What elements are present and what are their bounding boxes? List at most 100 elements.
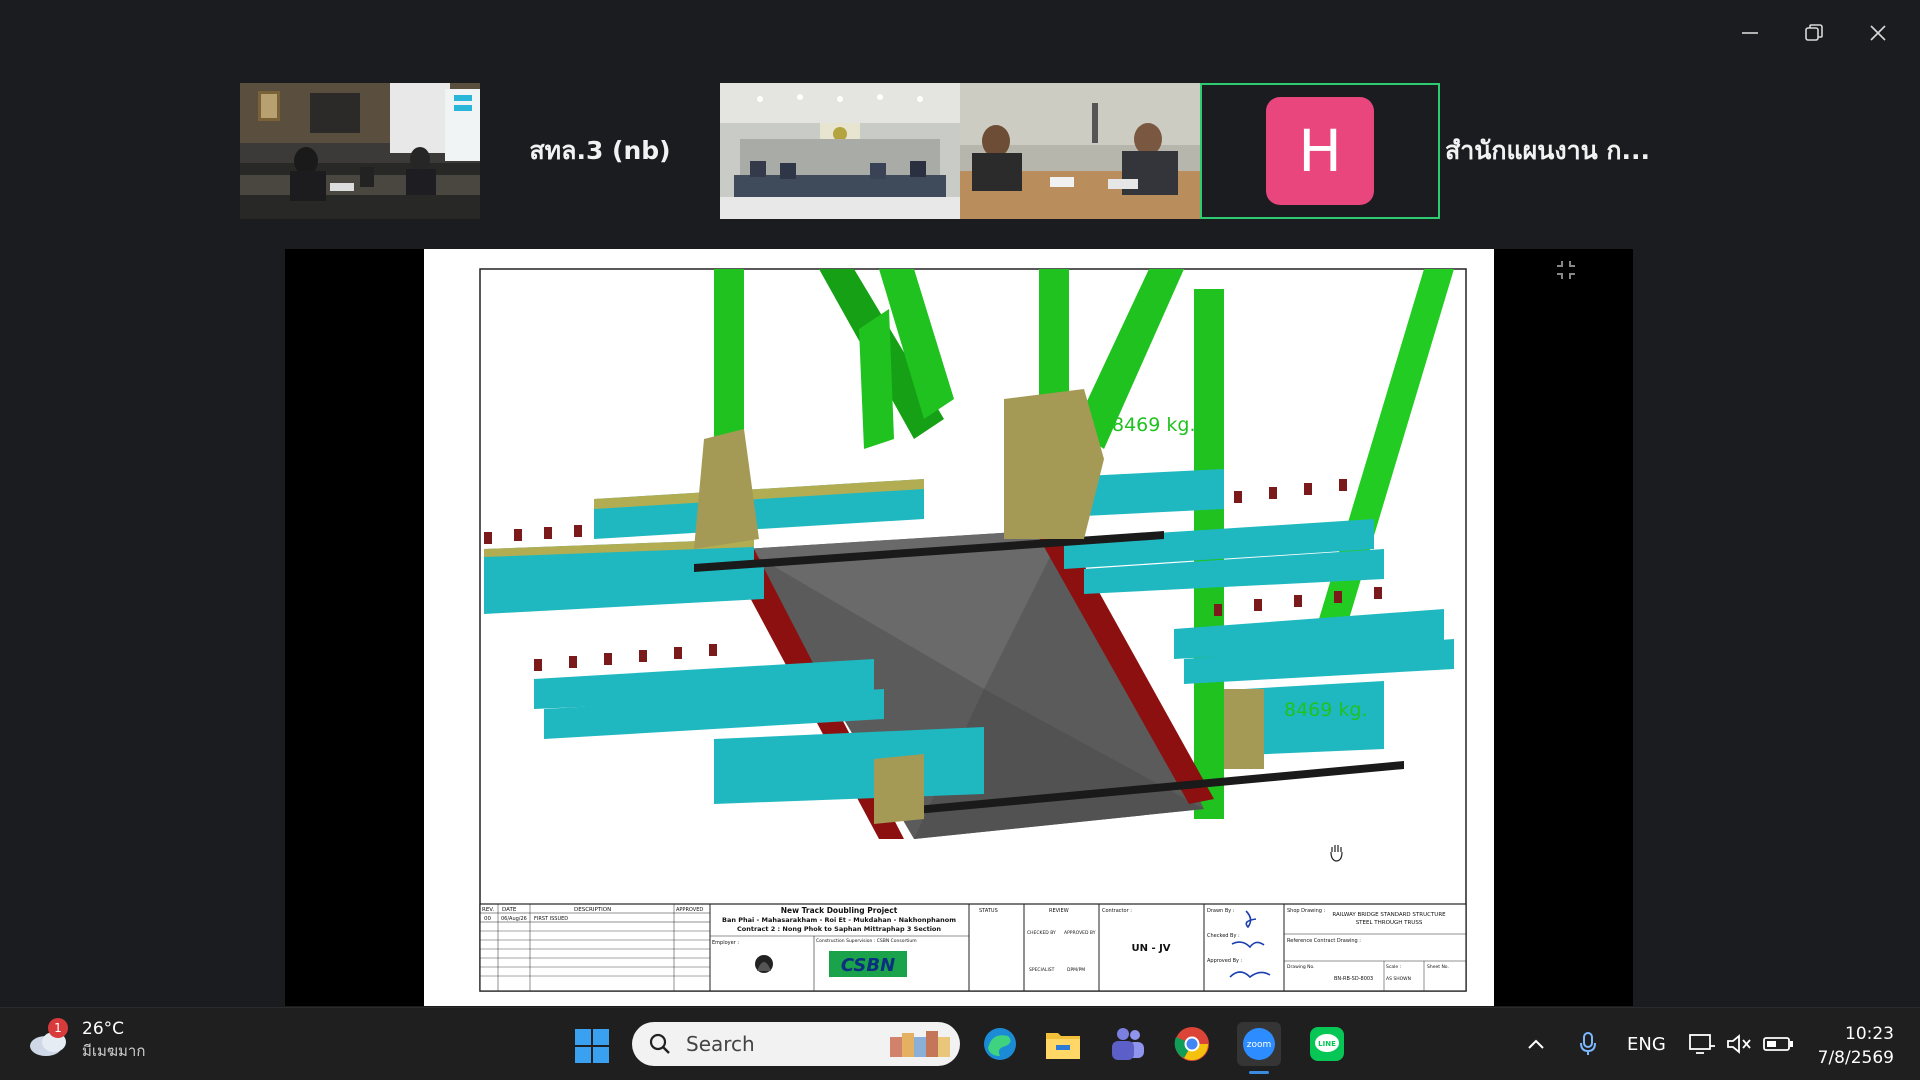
tray-overflow-button[interactable]	[1526, 1008, 1546, 1080]
close-button[interactable]	[1850, 14, 1906, 52]
dpm-label: DPM/PM	[1067, 967, 1085, 973]
weather-badge: 1	[48, 1018, 68, 1038]
weather-condition: มีเมฆมาก	[82, 1042, 146, 1060]
contractor-value: UN - JV	[1131, 943, 1170, 954]
rev-value: 00	[484, 916, 491, 922]
folder-icon	[1046, 1033, 1080, 1059]
title-block: REV. DATE DESCRIPTION APPROVED 00 06/Aug…	[479, 903, 1467, 992]
checked-label: Checked By :	[1207, 933, 1240, 939]
weather-widget[interactable]: 1 26°C มีเมฆมาก	[26, 1018, 145, 1062]
search-placeholder: Search	[686, 1032, 755, 1056]
taskbar-search[interactable]: Search	[632, 1022, 960, 1066]
participant-avatar: H	[1266, 97, 1374, 205]
status-header: STATUS	[979, 908, 998, 914]
edge-app[interactable]	[978, 1022, 1022, 1066]
sheet-label: Sheet No.	[1427, 964, 1449, 970]
video-frame-conference-room	[720, 83, 960, 219]
shared-screen[interactable]: 8469 kg. 8469 kg. REV. DATE DESCRIPTION …	[285, 249, 1633, 1006]
participant-tile-6[interactable]: สำนักแผนงาน ก...	[1445, 83, 1680, 219]
minimize-button[interactable]	[1722, 14, 1778, 52]
video-frame-office	[240, 83, 480, 219]
participant-tile-2[interactable]: สทล.3 (nb)	[480, 83, 720, 219]
scale-label: Scale :	[1386, 964, 1401, 970]
network-button[interactable]	[1688, 1008, 1716, 1080]
participant-tile-active-speaker[interactable]: H	[1200, 83, 1440, 219]
drawing-no-label: Drawing No.	[1287, 964, 1315, 970]
restore-button[interactable]	[1786, 14, 1842, 52]
search-icon	[649, 1033, 670, 1054]
srt-emblem-icon	[755, 955, 773, 973]
line-app[interactable]: LINE	[1305, 1022, 1349, 1066]
svg-text:LINE: LINE	[1318, 1040, 1336, 1048]
microphone-button[interactable]	[1578, 1008, 1598, 1080]
zoom-app[interactable]: zoom	[1237, 1022, 1281, 1074]
participant-video-1[interactable]	[240, 83, 480, 219]
participant-video-4[interactable]	[960, 83, 1200, 219]
drawing-title-2: STEEL THROUGH TRUSS	[1356, 920, 1423, 926]
participant-video-3[interactable]	[720, 83, 960, 219]
review-header: REVIEW	[1049, 908, 1069, 914]
volume-button[interactable]	[1726, 1008, 1752, 1080]
start-button[interactable]	[574, 1028, 610, 1064]
zoom-icon: zoom	[1243, 1028, 1275, 1060]
teams-icon	[1112, 1028, 1144, 1060]
window-controls	[1722, 14, 1906, 52]
approved-by-header: APPROVED BY	[1064, 930, 1096, 936]
volume-muted-icon	[1727, 1034, 1751, 1054]
weight-label: 8469 kg.	[1284, 699, 1368, 721]
weather-temperature: 26°C	[82, 1019, 125, 1039]
description-header: DESCRIPTION	[574, 907, 611, 913]
participant-gallery: สทล.3 (nb) H สำนักแผนงาน ก...	[240, 83, 1680, 219]
active-app-indicator	[1249, 1071, 1269, 1074]
network-icon	[1689, 1034, 1715, 1054]
avatar-initial: H	[1298, 117, 1342, 185]
steel-truss-3d-model: 8469 kg. 8469 kg. REV. DATE DESCRIPTION …	[479, 268, 1467, 992]
checked-by-header: CHECKED BY	[1027, 930, 1056, 936]
employer-label: Employer :	[712, 940, 739, 946]
date-header: DATE	[502, 907, 517, 913]
reference-label: Reference Contract Drawing :	[1287, 938, 1361, 944]
windows-icon	[575, 1029, 609, 1063]
video-frame-meeting-two-people	[960, 83, 1200, 219]
project-route: Ban Phai - Mahasarakham - Roi Et - Mukda…	[722, 916, 956, 924]
weight-label: 8469 kg.	[1112, 414, 1196, 436]
participant-name: สทล.3 (nb)	[529, 136, 671, 165]
search-highlight-icon	[890, 1031, 950, 1057]
chrome-icon	[1174, 1027, 1209, 1061]
close-icon	[1870, 25, 1886, 41]
cloud-icon: 1	[26, 1018, 70, 1060]
chrome-app[interactable]	[1170, 1022, 1214, 1066]
clock-time: 10:23	[1845, 1024, 1894, 1044]
language-indicator[interactable]: ENG	[1627, 1008, 1666, 1080]
shared-drawing-sheet: 8469 kg. 8469 kg. REV. DATE DESCRIPTION …	[424, 249, 1494, 1006]
csbn-logo: CSBN	[841, 955, 895, 976]
exit-fullscreen-icon	[1557, 261, 1575, 279]
minimize-icon	[1742, 32, 1758, 34]
clock-date: 7/8/2569	[1817, 1048, 1894, 1068]
microphone-icon	[1580, 1032, 1596, 1055]
scale-value: AS SHOWN	[1386, 976, 1411, 982]
contractor-label: Contractor :	[1102, 908, 1132, 914]
taskbar: 1 26°C มีเมฆมาก Search zoom LINE ENG 10:…	[0, 1007, 1920, 1080]
participant-name: สำนักแผนงาน ก...	[1445, 136, 1651, 165]
drawn-by-label: Drawn By :	[1207, 908, 1235, 914]
rev-header: REV.	[482, 907, 494, 913]
edge-icon	[984, 1028, 1016, 1060]
specialist-label: SPECIALIST	[1029, 967, 1055, 973]
file-explorer-app[interactable]	[1041, 1022, 1085, 1066]
battery-icon	[1763, 1037, 1793, 1051]
shop-drawing-label: Shop Drawing :	[1287, 908, 1326, 914]
line-icon: LINE	[1310, 1027, 1344, 1061]
teams-app[interactable]	[1105, 1022, 1149, 1066]
system-clock[interactable]: 10:23 7/8/2569	[1818, 1022, 1894, 1070]
date-value: 06/Aug/26	[501, 916, 527, 922]
approved-header: APPROVED	[676, 907, 703, 913]
exit-fullscreen-button[interactable]	[1553, 257, 1579, 283]
drawing-no-value: BN-RB-SD-8003	[1334, 976, 1373, 982]
battery-button[interactable]	[1762, 1008, 1794, 1080]
restore-icon	[1805, 24, 1823, 41]
svg-text:zoom: zoom	[1247, 1040, 1272, 1050]
description-value: FIRST ISSUED	[534, 916, 568, 922]
project-contract: Contract 2 : Nong Phok to Saphan Mittrap…	[737, 925, 941, 933]
drawing-title-1: RAILWAY BRIDGE STANDARD STRUCTURE	[1332, 912, 1446, 918]
